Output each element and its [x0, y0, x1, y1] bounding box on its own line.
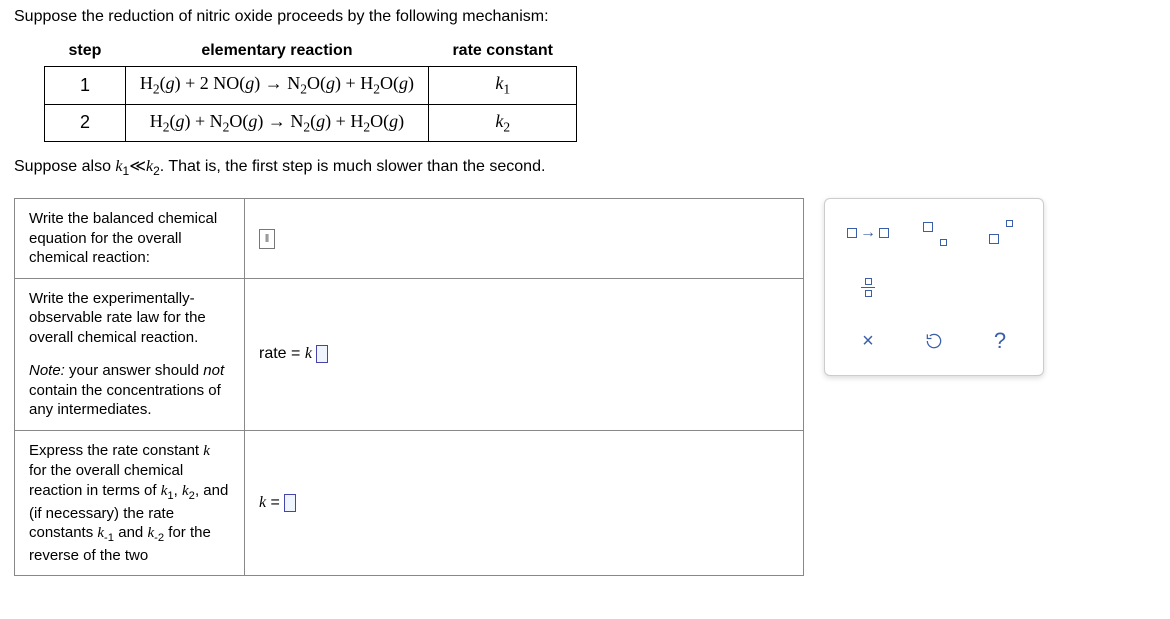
col-step: step	[45, 36, 126, 67]
step-number: 2	[45, 104, 126, 142]
fraction-button[interactable]	[843, 269, 893, 305]
symbol-palette: → × ?	[824, 198, 1044, 376]
q3-input-cell[interactable]: k =	[245, 430, 804, 575]
col-rate: rate constant	[428, 36, 576, 67]
equation-input-icon[interactable]: ‖	[259, 229, 275, 249]
q2-input-cell[interactable]: rate = k	[245, 278, 804, 430]
q1-label: Write the balanced chemical equation for…	[15, 199, 245, 279]
help-button[interactable]: ?	[975, 323, 1025, 359]
superscript-button[interactable]	[975, 215, 1025, 251]
q1-input-cell[interactable]: ‖	[245, 199, 804, 279]
subscript-button[interactable]	[909, 215, 959, 251]
col-reaction: elementary reaction	[125, 36, 428, 67]
yields-arrow-button[interactable]: →	[843, 215, 893, 251]
elementary-reaction: H2(g) + 2 NO(g) → N2O(g) + H2O(g)	[125, 67, 428, 105]
q2-label: Write the experimentally-observable rate…	[15, 278, 245, 430]
problem-intro: Suppose the reduction of nitric oxide pr…	[14, 8, 1156, 26]
table-row: 1 H2(g) + 2 NO(g) → N2O(g) + H2O(g) k1	[45, 67, 577, 105]
clear-button[interactable]: ×	[843, 323, 893, 359]
assumption-text: Suppose also k1≪k2. That is, the first s…	[14, 156, 1156, 178]
k-expression-input[interactable]	[284, 494, 296, 512]
q3-label: Express the rate constant k for the over…	[15, 430, 245, 575]
rate-constant: k1	[428, 67, 576, 105]
mechanism-table: step elementary reaction rate constant 1…	[44, 36, 577, 142]
step-number: 1	[45, 67, 126, 105]
table-row: 2 H2(g) + N2O(g) → N2(g) + H2O(g) k2	[45, 104, 577, 142]
reset-button[interactable]	[909, 323, 959, 359]
rate-constant: k2	[428, 104, 576, 142]
answer-table: Write the balanced chemical equation for…	[14, 198, 804, 576]
rate-law-input[interactable]	[316, 345, 328, 363]
elementary-reaction: H2(g) + N2O(g) → N2(g) + H2O(g)	[125, 104, 428, 142]
